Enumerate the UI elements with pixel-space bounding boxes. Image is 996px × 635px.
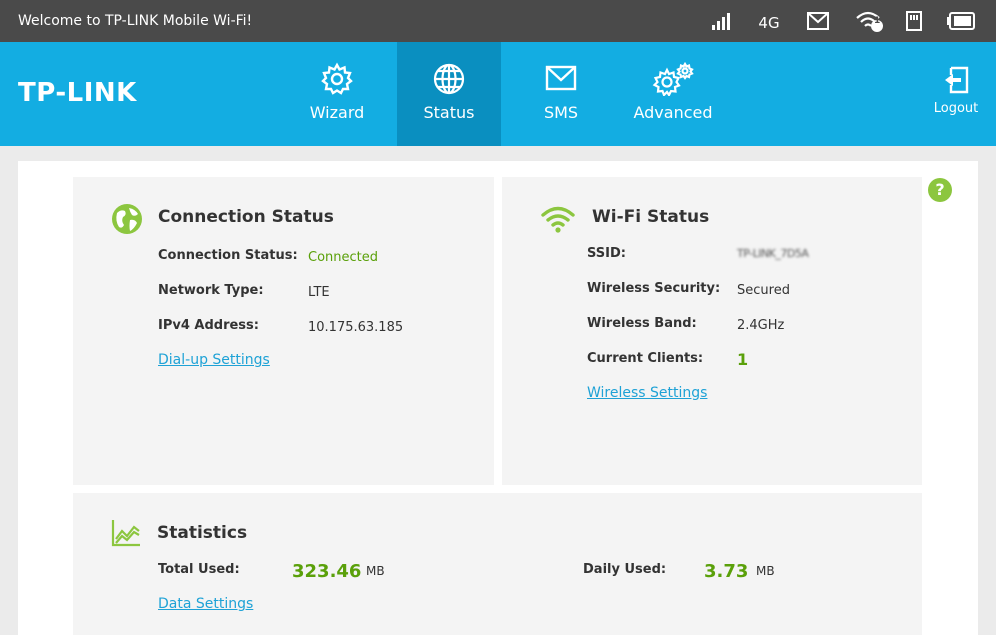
battery-icon	[946, 10, 976, 32]
tab-status[interactable]: Status	[397, 42, 501, 146]
tab-wizard-label: Wizard	[309, 103, 365, 122]
welcome-text: Welcome to TP-LINK Mobile Wi-Fi!	[18, 13, 253, 29]
wifi-clients-icon: 1	[855, 10, 885, 32]
tab-advanced-label: Advanced	[633, 103, 713, 122]
tab-sms[interactable]: SMS	[509, 42, 613, 146]
wifi-clients-badge: 1	[874, 16, 881, 26]
connection-status-value: Connected	[308, 250, 379, 265]
daily-used-unit: MB	[756, 564, 775, 578]
wireless-band-value: 2.4GHz	[737, 318, 785, 333]
wifi-status-panel: Wi-Fi Status SSID: TP-LINK_7D5A Wireless…	[502, 177, 922, 485]
tab-advanced[interactable]: Advanced	[621, 42, 725, 146]
logout-label: Logout	[933, 101, 979, 116]
tp-link-logo: TP-LINK	[18, 78, 137, 108]
current-clients-label: Current Clients:	[587, 351, 704, 366]
current-clients-value: 1	[737, 350, 749, 369]
main-nav: TP-LINK Wizard Status SMS Advanced Logou…	[0, 42, 996, 146]
statistics-panel: Statistics Total Used: 323.46 MB Daily U…	[73, 493, 922, 635]
logout-icon	[942, 66, 970, 98]
daily-used-label: Daily Used:	[583, 562, 667, 577]
ssid-label: SSID:	[587, 246, 626, 261]
total-used-unit: MB	[366, 564, 385, 578]
connection-status-panel: Connection Status Connection Status: Con…	[73, 177, 494, 485]
ipv4-address-value: 10.175.63.185	[308, 320, 404, 335]
globe-icon	[397, 62, 501, 96]
tab-sms-label: SMS	[543, 103, 579, 122]
sms-envelope-icon[interactable]	[806, 10, 830, 32]
ssid-value: TP-LINK_7D5A	[737, 247, 809, 260]
network-type-value: LTE	[308, 285, 330, 300]
connection-status-label: Connection Status:	[158, 248, 298, 263]
wireless-settings-link[interactable]: Wireless Settings	[587, 385, 707, 401]
signal-strength-icon	[710, 10, 732, 32]
status-bar: Welcome to TP-LINK Mobile Wi-Fi! 4G 1	[0, 0, 996, 42]
gears-icon	[621, 62, 725, 96]
total-used-value: 323.46	[292, 561, 362, 582]
globe-status-icon	[111, 203, 143, 239]
data-settings-link[interactable]: Data Settings	[158, 596, 253, 612]
ipv4-address-label: IPv4 Address:	[158, 318, 259, 333]
wifi-status-title: Wi-Fi Status	[592, 207, 710, 227]
gear-icon	[285, 62, 389, 96]
help-button[interactable]: ?	[928, 178, 952, 202]
total-used-label: Total Used:	[158, 562, 240, 577]
envelope-icon	[509, 62, 613, 96]
sim-card-icon	[904, 10, 924, 32]
wireless-security-label: Wireless Security:	[587, 281, 721, 296]
network-type-label: Network Type:	[158, 283, 264, 298]
connection-status-title: Connection Status	[158, 207, 334, 227]
network-type-indicator: 4G	[758, 14, 780, 32]
wifi-status-icon	[540, 205, 576, 237]
daily-used-value: 3.73	[704, 561, 749, 582]
tab-wizard[interactable]: Wizard	[285, 42, 389, 146]
dial-up-settings-link[interactable]: Dial-up Settings	[158, 352, 270, 368]
statistics-title: Statistics	[157, 523, 248, 543]
wireless-band-label: Wireless Band:	[587, 316, 697, 331]
logout-button[interactable]: Logout	[926, 66, 986, 116]
chart-line-icon	[111, 519, 141, 551]
tab-status-label: Status	[423, 103, 475, 122]
wireless-security-value: Secured	[737, 283, 790, 298]
